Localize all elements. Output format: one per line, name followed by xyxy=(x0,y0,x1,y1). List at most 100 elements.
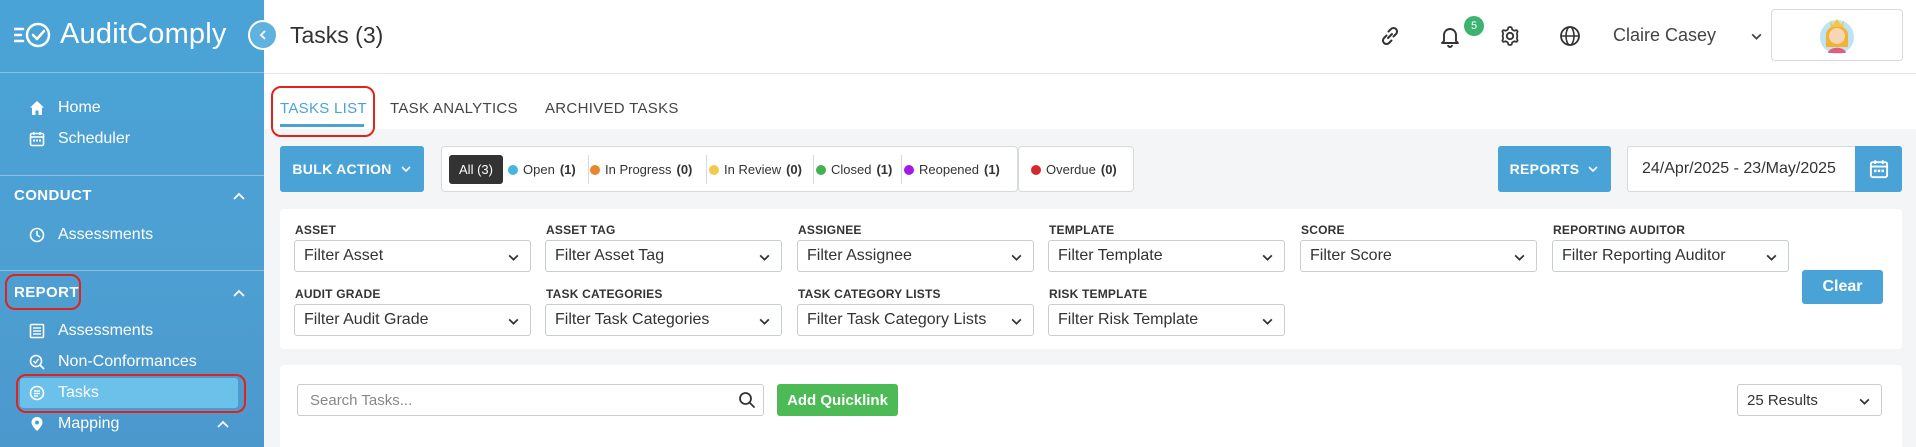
avatar-icon xyxy=(1820,19,1854,54)
date-picker-button[interactable] xyxy=(1855,146,1902,192)
sidebar-item-conduct-assessments[interactable]: Assessments xyxy=(28,222,153,248)
bulk-action-button[interactable]: BULK ACTION xyxy=(280,146,424,192)
sidebar-divider xyxy=(0,72,264,73)
tab-archived-tasks[interactable]: ARCHIVED TASKS xyxy=(545,100,679,117)
sidebar-section-report[interactable]: REPORT xyxy=(14,284,79,301)
reports-button[interactable]: REPORTS xyxy=(1498,146,1611,192)
brand-logo[interactable]: AuditComply xyxy=(14,18,227,51)
tab-active-indicator xyxy=(280,124,364,127)
status-overdue[interactable]: Overdue (0) xyxy=(1031,162,1117,177)
status-in-progress[interactable]: In Progress (0) xyxy=(590,162,692,177)
chevron-down-icon xyxy=(759,318,770,325)
filter-placeholder: Filter Score xyxy=(1310,247,1392,264)
filter-placeholder: Filter Task Categories xyxy=(555,311,710,328)
sidebar-item-label: Tasks xyxy=(58,384,99,401)
chevron-down-icon xyxy=(401,166,411,173)
user-menu[interactable]: Claire Casey xyxy=(1613,25,1716,46)
add-quicklink-button[interactable]: Add Quicklink xyxy=(777,384,898,416)
reports-label: REPORTS xyxy=(1509,161,1580,177)
sidebar: AuditComply Home Scheduler CONDUCT Asses… xyxy=(0,0,264,447)
status-count: (1) xyxy=(559,162,576,177)
status-dot xyxy=(590,164,600,175)
status-name: In Review xyxy=(724,162,782,177)
status-overdue-group: Overdue (0) xyxy=(1018,146,1134,192)
filter-risk-template-select[interactable]: Filter Risk Template xyxy=(1048,304,1285,336)
status-reopened[interactable]: Reopened (1) xyxy=(904,162,1000,177)
sidebar-item-label: Home xyxy=(58,99,101,116)
calendar-icon xyxy=(1869,160,1888,179)
map-pin-icon xyxy=(28,415,46,433)
bell-icon[interactable] xyxy=(1436,22,1464,50)
filter-task-categories-select[interactable]: Filter Task Categories xyxy=(545,304,782,336)
link-icon[interactable] xyxy=(1376,22,1404,50)
divider xyxy=(588,155,589,184)
chevron-down-icon xyxy=(508,254,519,261)
status-dot xyxy=(904,164,914,175)
chevron-up-icon[interactable] xyxy=(232,189,246,203)
chevron-down-icon xyxy=(1011,254,1022,261)
divider xyxy=(706,155,707,184)
sidebar-item-tasks[interactable]: Tasks xyxy=(28,380,99,406)
sidebar-item-non-conformances[interactable]: Non-Conformances xyxy=(28,349,197,375)
sidebar-item-mapping[interactable]: Mapping xyxy=(28,411,119,437)
sidebar-section-conduct[interactable]: CONDUCT xyxy=(14,187,92,204)
status-name: Overdue xyxy=(1046,162,1096,177)
list-icon xyxy=(28,322,46,340)
filter-placeholder: Filter Reporting Auditor xyxy=(1562,247,1726,264)
tab-task-analytics[interactable]: TASK ANALYTICS xyxy=(390,100,518,117)
status-dot xyxy=(1031,164,1041,175)
status-in-review[interactable]: In Review (0) xyxy=(709,162,802,177)
filter-placeholder: Filter Template xyxy=(1058,247,1163,264)
status-count: (0) xyxy=(676,162,693,177)
status-open[interactable]: Open (1) xyxy=(508,162,576,177)
filter-template-select[interactable]: Filter Template xyxy=(1048,240,1285,272)
sidebar-item-label: Assessments xyxy=(58,322,154,339)
chevron-down-icon xyxy=(1262,254,1273,261)
avatar[interactable] xyxy=(1771,9,1903,61)
status-dot xyxy=(508,164,518,175)
sidebar-item-report-assessments[interactable]: Assessments xyxy=(28,318,153,344)
filter-asset-tag-select[interactable]: Filter Asset Tag xyxy=(545,240,782,272)
status-dot xyxy=(709,164,719,175)
chevron-down-icon xyxy=(1514,254,1525,261)
sidebar-collapse-button[interactable] xyxy=(248,20,278,50)
date-range-input[interactable]: 24/Apr/2025 - 23/May/2025 xyxy=(1627,146,1855,192)
tab-tasks-list[interactable]: TASKS LIST xyxy=(280,100,367,117)
gear-icon[interactable] xyxy=(1496,22,1524,50)
chevron-up-icon[interactable] xyxy=(216,417,230,431)
sidebar-item-label: Non-Conformances xyxy=(58,353,197,370)
chevron-down-icon xyxy=(1262,318,1273,325)
sidebar-item-label: Scheduler xyxy=(58,130,131,147)
filter-placeholder: Filter Assignee xyxy=(807,247,912,264)
status-count: (0) xyxy=(1100,162,1117,177)
sidebar-item-label: Assessments xyxy=(58,226,154,243)
logo-icon xyxy=(14,22,51,47)
results-per-page-select[interactable]: 25 Results xyxy=(1737,384,1882,416)
clear-filters-button[interactable]: Clear xyxy=(1802,270,1883,304)
status-name: Reopened xyxy=(919,162,979,177)
filter-label-asset-tag: ASSET TAG xyxy=(546,223,616,237)
globe-icon[interactable] xyxy=(1556,22,1584,50)
chevron-down-icon xyxy=(508,318,519,325)
filter-assignee-select[interactable]: Filter Assignee xyxy=(797,240,1034,272)
filter-label-assignee: ASSIGNEE xyxy=(798,223,862,237)
chevron-down-icon xyxy=(1859,398,1870,405)
sidebar-item-scheduler[interactable]: Scheduler xyxy=(28,126,130,152)
notification-badge: 5 xyxy=(1464,16,1484,36)
search-icon[interactable] xyxy=(738,391,756,409)
filter-audit-grade-select[interactable]: Filter Audit Grade xyxy=(294,304,531,336)
search-input[interactable]: Search Tasks... xyxy=(297,384,764,416)
sidebar-item-home[interactable]: Home xyxy=(28,95,101,121)
chevron-down-icon[interactable] xyxy=(1750,30,1763,43)
chevron-up-icon[interactable] xyxy=(232,286,246,300)
status-closed[interactable]: Closed (1) xyxy=(816,162,892,177)
filter-task-category-lists-select[interactable]: Filter Task Category Lists xyxy=(797,304,1034,336)
filter-reporting-auditor-select[interactable]: Filter Reporting Auditor xyxy=(1552,240,1789,272)
filter-placeholder: Filter Asset Tag xyxy=(555,247,665,264)
status-count: (1) xyxy=(876,162,893,177)
filter-asset-select[interactable]: Filter Asset xyxy=(294,240,531,272)
status-all-pill[interactable]: All (3) xyxy=(449,155,503,184)
filter-score-select[interactable]: Filter Score xyxy=(1300,240,1537,272)
filter-label-score: SCORE xyxy=(1301,223,1345,237)
filter-label-template: TEMPLATE xyxy=(1049,223,1115,237)
